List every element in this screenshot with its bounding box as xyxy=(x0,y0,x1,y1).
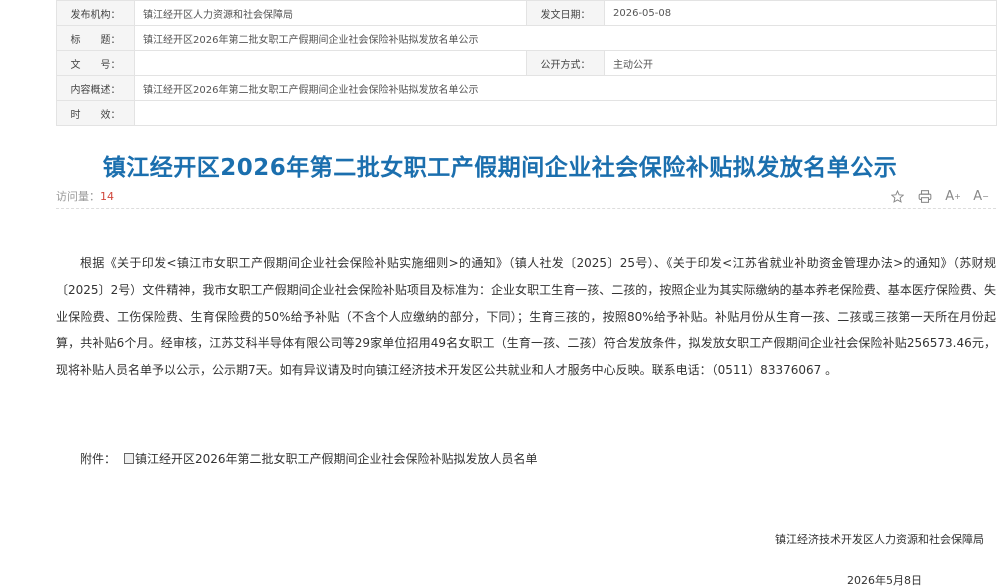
meta-row-publisher: 发布机构： 镇江经开区人力资源和社会保障局 发文日期： 2026-05-08 xyxy=(56,0,997,26)
signature: 镇江经济技术开发区人力资源和社会保障局 xyxy=(775,533,984,546)
attachment-row: 附件： 镇江经开区2026年第二批女职工产假期间企业社会保险补贴拟发放人员名单 xyxy=(80,450,538,467)
body-paragraph: 根据《关于印发<镇江市女职工产假期间企业社会保险补贴实施细则>的通知》（镇人社发… xyxy=(56,256,996,378)
divider xyxy=(56,208,996,209)
title-value: 镇江经开区2026年第二批女职工产假期间企业社会保险补贴拟发放名单公示 xyxy=(134,25,997,51)
summary-value: 镇江经开区2026年第二批女职工产假期间企业社会保险补贴拟发放名单公示 xyxy=(134,75,997,101)
printer-icon[interactable] xyxy=(914,186,936,206)
validity-label: 时 效： xyxy=(56,100,135,126)
docno-label: 文 号： xyxy=(56,50,135,76)
star-outline-icon[interactable] xyxy=(886,186,908,206)
summary-label: 内容概述： xyxy=(56,75,135,101)
title-label: 标 题： xyxy=(56,25,135,51)
meta-row-docno: 文 号： 公开方式： 主动公开 xyxy=(56,50,997,76)
public-label: 公开方式： xyxy=(526,50,605,76)
publisher-value: 镇江经开区人力资源和社会保障局 xyxy=(134,0,527,26)
metadata-table: 发布机构： 镇江经开区人力资源和社会保障局 发文日期： 2026-05-08 标… xyxy=(56,0,997,126)
meta-row-validity: 时 效： xyxy=(56,100,997,126)
attachment-label: 附件： xyxy=(80,452,117,466)
page-title: 镇江经开区2026年第二批女职工产假期间企业社会保险补贴拟发放名单公示 xyxy=(102,155,898,181)
document-icon xyxy=(124,453,135,464)
publisher-label: 发布机构： xyxy=(56,0,135,26)
article-toolbar: A + A − xyxy=(886,186,992,206)
public-value: 主动公开 xyxy=(604,50,997,76)
date-value: 2026-05-08 xyxy=(604,0,997,26)
meta-row-summary: 内容概述： 镇江经开区2026年第二批女职工产假期间企业社会保险补贴拟发放名单公… xyxy=(56,75,997,101)
font-decrease-icon[interactable]: A − xyxy=(970,186,992,206)
article-body: 根据《关于印发<镇江市女职工产假期间企业社会保险补贴实施细则>的通知》（镇人社发… xyxy=(56,250,996,384)
docno-value xyxy=(134,50,527,76)
font-increase-icon[interactable]: A + xyxy=(942,186,964,206)
visit-count: 访问量：14 xyxy=(56,188,114,204)
signature-date: 2026年5月8日 xyxy=(847,574,922,587)
validity-value xyxy=(134,100,997,126)
meta-row-title: 标 题： 镇江经开区2026年第二批女职工产假期间企业社会保险补贴拟发放名单公示 xyxy=(56,25,997,51)
visits-label: 访问量： xyxy=(56,190,100,203)
date-label: 发文日期： xyxy=(526,0,605,26)
attachment-link[interactable]: 镇江经开区2026年第二批女职工产假期间企业社会保险补贴拟发放人员名单 xyxy=(135,450,538,467)
visits-number: 14 xyxy=(100,190,114,203)
